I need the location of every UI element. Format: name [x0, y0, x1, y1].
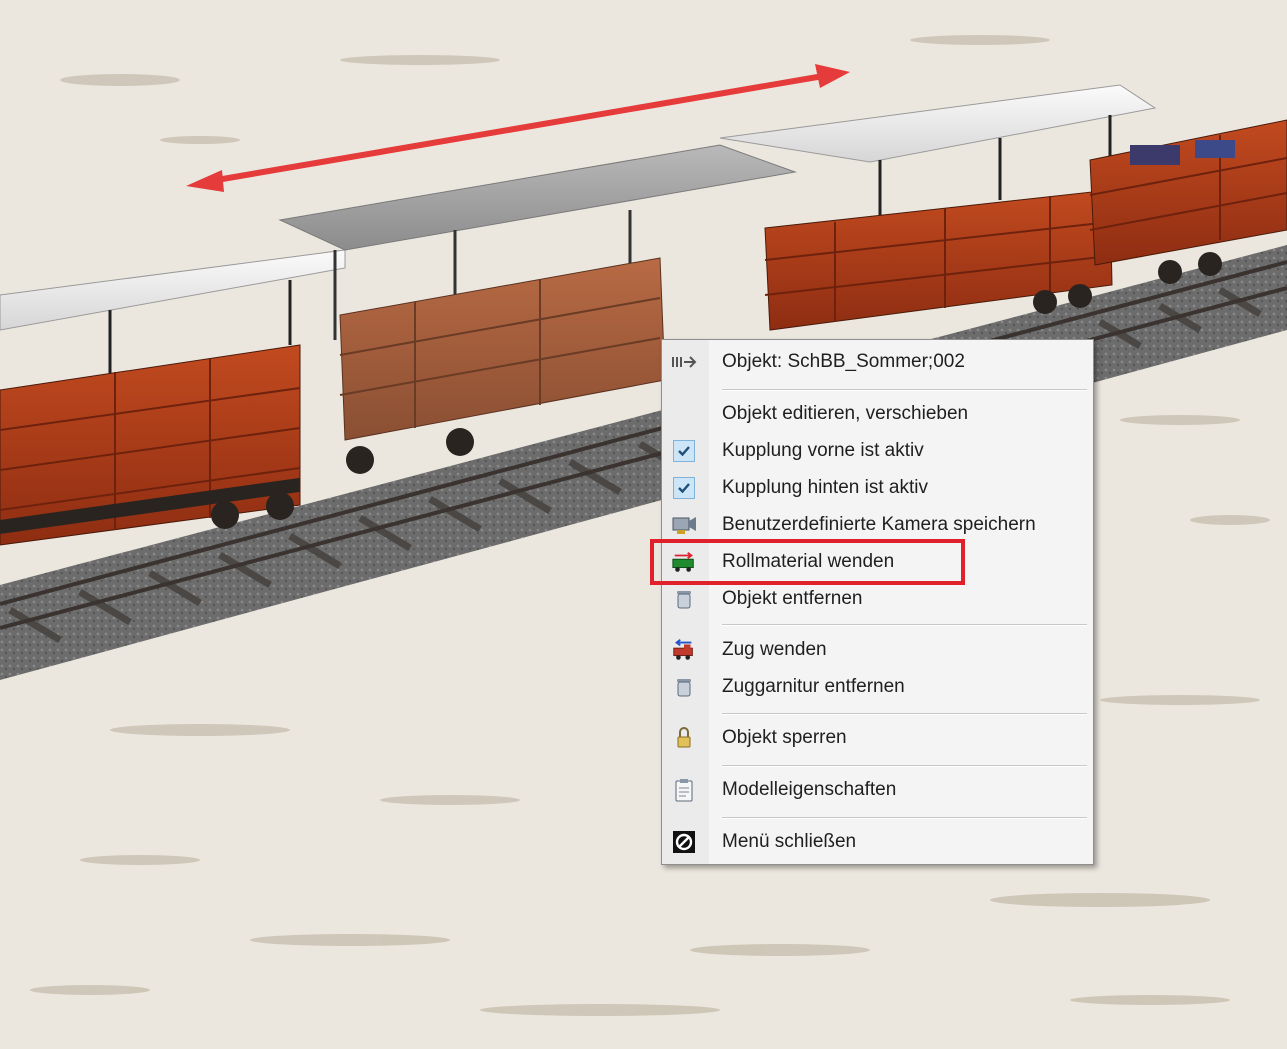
menu-separator: [722, 817, 1087, 819]
menu-item-remove-trainset[interactable]: Zuggarnitur entfernen: [662, 670, 1093, 704]
menu-item-label: Objekt editieren, verschieben: [722, 403, 969, 424]
camera-icon: [671, 513, 697, 537]
menu-item-lock-object[interactable]: Objekt sperren: [662, 721, 1093, 755]
menu-item-close-menu[interactable]: Menü schließen: [662, 825, 1093, 859]
menu-item-label: Objekt sperren: [722, 727, 847, 748]
checkbox-checked-icon: [673, 477, 695, 499]
menu-item-label: Kupplung vorne ist aktiv: [722, 440, 924, 461]
menu-item-object-title: Objekt: SchBB_Sommer;002: [662, 345, 1093, 379]
menu-item-label: Zuggarnitur entfernen: [722, 676, 905, 697]
menu-item-edit-object[interactable]: Objekt editieren, verschieben: [662, 397, 1093, 431]
close-circle-icon: [671, 830, 697, 854]
menu-item-coupling-rear[interactable]: Kupplung hinten ist aktiv: [662, 471, 1093, 505]
menu-item-remove-object[interactable]: Objekt entfernen: [662, 582, 1093, 616]
menu-item-label: Objekt: SchBB_Sommer;002: [722, 351, 965, 372]
menu-item-save-camera[interactable]: Benutzerdefinierte Kamera speichern: [662, 508, 1093, 542]
menu-item-label: Modelleigenschaften: [722, 779, 897, 800]
trash-icon: [671, 587, 697, 611]
menu-separator: [722, 389, 1087, 391]
clipboard-icon: [671, 778, 697, 802]
object-arrow-icon: [671, 350, 697, 374]
context-menu: Objekt: SchBB_Sommer;002 Objekt editiere…: [661, 339, 1094, 865]
highlight-annotation-box: [650, 539, 965, 585]
menu-item-label: Benutzerdefinierte Kamera speichern: [722, 514, 1036, 535]
menu-item-turn-train[interactable]: Zug wenden: [662, 633, 1093, 667]
menu-item-label: Objekt entfernen: [722, 588, 863, 609]
menu-item-coupling-front[interactable]: Kupplung vorne ist aktiv: [662, 434, 1093, 468]
trash-icon: [671, 675, 697, 699]
menu-item-label: Zug wenden: [722, 639, 827, 660]
menu-separator: [722, 765, 1087, 767]
menu-separator: [722, 624, 1087, 626]
menu-item-model-properties[interactable]: Modelleigenschaften: [662, 773, 1093, 807]
menu-separator: [722, 713, 1087, 715]
menu-item-label: Menü schließen: [722, 831, 857, 852]
menu-item-label: Kupplung hinten ist aktiv: [722, 477, 928, 498]
train-turn-icon: [671, 638, 697, 662]
checkbox-checked-icon: [673, 440, 695, 462]
padlock-icon: [671, 726, 697, 750]
